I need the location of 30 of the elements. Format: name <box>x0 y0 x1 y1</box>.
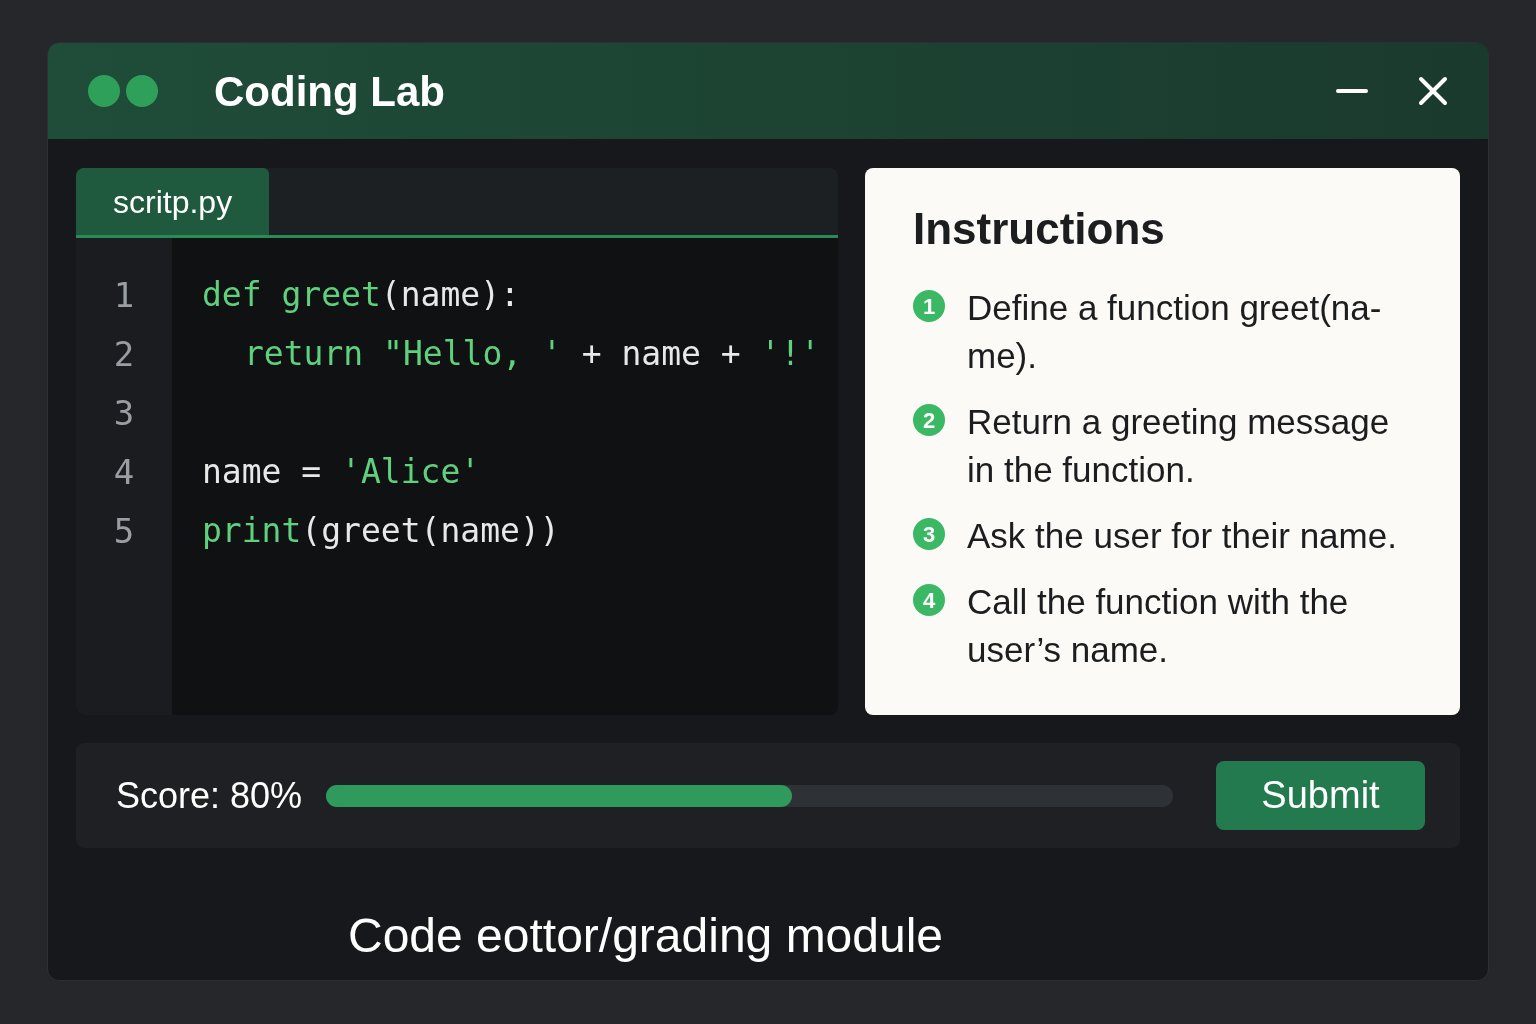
code-token: + name + <box>580 333 742 375</box>
code-token: '!' <box>760 333 821 375</box>
code-token: def greet <box>202 274 381 316</box>
code-token: print <box>202 510 302 552</box>
step-text: Define a function greet(na-me). <box>967 287 1383 377</box>
code-token: return "Hello, ' <box>244 333 562 375</box>
caption: Code eottor/grading module <box>347 908 945 964</box>
close-icon[interactable] <box>1418 76 1448 106</box>
code-token: (greet(name)) <box>301 510 560 552</box>
line-number: 5 <box>113 510 135 553</box>
step-text: Ask the user for their name. <box>967 515 1398 557</box>
line-number: 4 <box>113 451 135 494</box>
file-tab[interactable]: scritp.py <box>76 168 270 235</box>
score-label: Score: 80% <box>116 773 303 818</box>
code-token: (name): <box>380 274 520 316</box>
minimize-icon[interactable] <box>1336 88 1368 94</box>
code-token: 'Alice' <box>341 451 481 493</box>
step-number: 3 <box>913 518 945 550</box>
step-number: 1 <box>913 290 945 322</box>
step-number: 2 <box>913 404 945 436</box>
line-number: 1 <box>113 274 135 317</box>
step-text: Return a greeting message in the function. <box>967 401 1391 491</box>
line-number: 3 <box>113 392 135 435</box>
step-number: 4 <box>913 584 945 616</box>
step-text: Call the function with the user’s name. <box>967 581 1350 671</box>
instructions-title: Instructions <box>913 203 1166 255</box>
code-token: name = <box>202 451 323 493</box>
line-number: 2 <box>113 333 135 376</box>
window-title: Coding Lab <box>214 66 445 117</box>
submit-button[interactable]: Submit <box>1216 761 1425 830</box>
